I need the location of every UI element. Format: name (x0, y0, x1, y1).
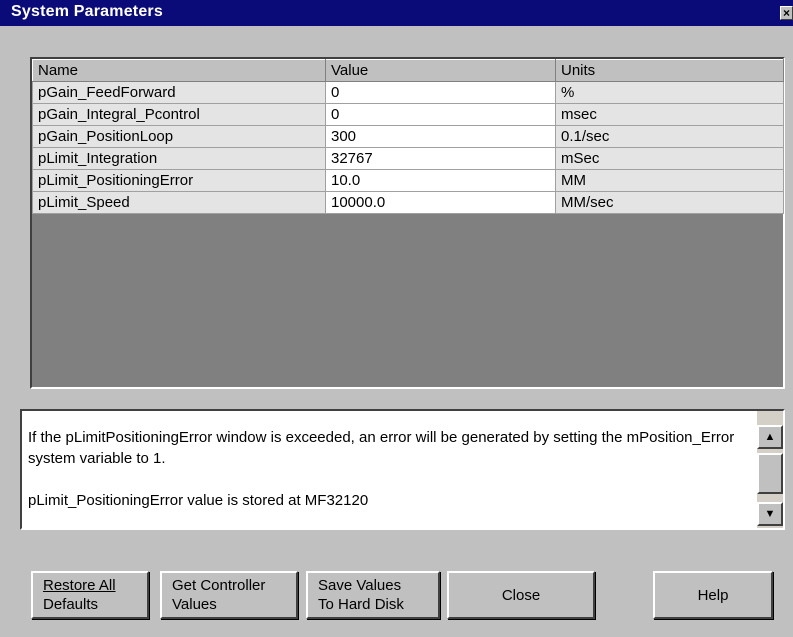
table-row[interactable]: pLimit_PositioningError 10.0 MM (32, 169, 784, 192)
param-units-cell: MM (555, 169, 784, 192)
close-icon[interactable]: × (780, 6, 793, 20)
button-label: Save Values To Hard Disk (318, 576, 438, 614)
param-name-cell[interactable]: pGain_PositionLoop (32, 125, 326, 148)
param-name-cell[interactable]: pGain_Integral_Pcontrol (32, 103, 326, 126)
param-units-cell: msec (555, 103, 784, 126)
get-controller-values-button[interactable]: Get Controller Values (160, 571, 298, 619)
window-title: System Parameters (11, 3, 163, 20)
save-values-to-hard-disk-button[interactable]: Save Values To Hard Disk (306, 571, 440, 619)
button-label-line2: Defaults (43, 596, 99, 613)
description-box[interactable]: If the pLimitPositioningError window is … (20, 409, 785, 530)
scrollbar-thumb[interactable] (757, 453, 783, 494)
button-label: Get Controller Values (172, 576, 296, 614)
close-button[interactable]: Close (447, 571, 595, 619)
param-value-cell[interactable]: 10.0 (325, 169, 556, 192)
table-row[interactable]: pGain_PositionLoop 300 0.1/sec (32, 125, 784, 148)
help-button[interactable]: Help (653, 571, 773, 619)
description-scrollbar[interactable]: ▲ ▼ (757, 411, 783, 528)
param-name-cell[interactable]: pLimit_PositioningError (32, 169, 326, 192)
param-name-cell[interactable]: pGain_FeedForward (32, 81, 326, 104)
param-units-cell: mSec (555, 147, 784, 170)
table-row[interactable]: pGain_Integral_Pcontrol 0 msec (32, 103, 784, 126)
column-header-name[interactable]: Name (32, 59, 326, 82)
param-value-cell[interactable]: 32767 (325, 147, 556, 170)
param-value-cell[interactable]: 0 (325, 81, 556, 104)
parameter-grid: Name Value Units pGain_FeedForward 0 % p… (30, 57, 785, 389)
title-bar: System Parameters × (0, 0, 793, 26)
description-text: If the pLimitPositioningError window is … (28, 427, 738, 511)
button-label-line1: Save Values (318, 577, 402, 594)
param-value-cell[interactable]: 300 (325, 125, 556, 148)
column-header-units[interactable]: Units (555, 59, 784, 82)
button-label-line1: Restore All (43, 577, 116, 594)
param-value-cell[interactable]: 10000.0 (325, 191, 556, 214)
description-paragraph: If the pLimitPositioningError window is … (28, 429, 735, 467)
param-value-cell[interactable]: 0 (325, 103, 556, 126)
button-label-line2: Values (172, 596, 217, 613)
param-units-cell: 0.1/sec (555, 125, 784, 148)
param-units-cell: MM/sec (555, 191, 784, 214)
table-header-row: Name Value Units (32, 59, 784, 82)
param-name-cell[interactable]: pLimit_Speed (32, 191, 326, 214)
table-row[interactable]: pLimit_Speed 10000.0 MM/sec (32, 191, 784, 214)
table-row[interactable]: pLimit_Integration 32767 mSec (32, 147, 784, 170)
param-units-cell: % (555, 81, 784, 104)
column-header-value[interactable]: Value (325, 59, 556, 82)
button-label: Restore All Defaults (43, 576, 147, 614)
down-arrow-icon[interactable]: ▼ (757, 502, 783, 526)
description-paragraph: pLimit_PositioningError value is stored … (28, 492, 369, 509)
button-label-line1: Get Controller (172, 577, 266, 594)
restore-all-defaults-button[interactable]: Restore All Defaults (31, 571, 149, 619)
button-label: Close (501, 587, 541, 604)
table-row[interactable]: pGain_FeedForward 0 % (32, 81, 784, 104)
parameter-table: Name Value Units pGain_FeedForward 0 % p… (32, 59, 784, 214)
button-label-line2: To Hard Disk (318, 596, 404, 613)
button-label: Help (697, 587, 729, 604)
up-arrow-icon[interactable]: ▲ (757, 425, 783, 449)
param-name-cell[interactable]: pLimit_Integration (32, 147, 326, 170)
